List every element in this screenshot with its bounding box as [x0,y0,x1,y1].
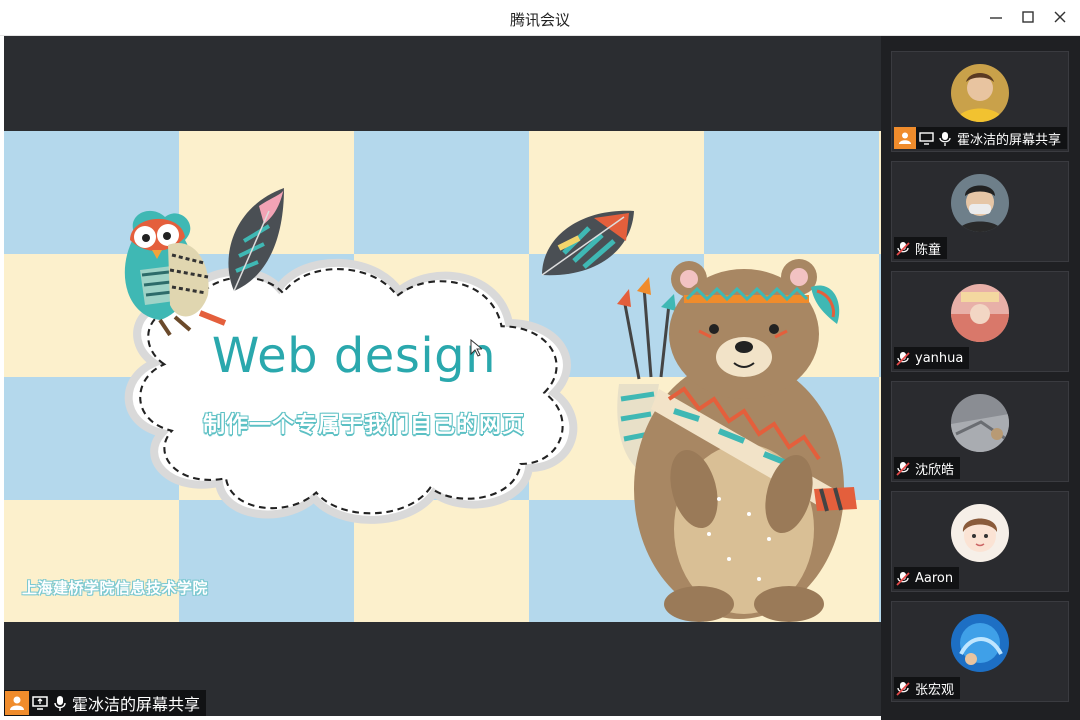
participant-tile[interactable]: 陈童 [891,161,1069,262]
participant-namebar: 霍冰洁的屏幕共享 [894,127,1068,149]
minimize-icon [990,17,1002,19]
close-icon [1054,11,1066,23]
presentation-slide: Web design 制作一个专属于我们自己的网页 上海建桥学院信息技术学院 [4,131,881,622]
microphone-muted-icon [894,567,912,589]
screen-share-icon [916,127,936,149]
microphone-muted-icon [894,457,912,479]
close-button[interactable] [1047,6,1073,30]
person-icon [5,691,29,715]
title-bar: 腾讯会议 [0,0,1080,36]
microphone-muted-icon [894,677,912,699]
slide-footer: 上海建桥学院信息技术学院 [22,579,209,597]
participant-tile[interactable]: 沈欣皓 [891,381,1069,482]
participant-name: 霍冰洁的屏幕共享 [957,132,1062,148]
maximize-icon [1022,11,1034,23]
share-label-text: 霍冰洁的屏幕共享 [72,695,201,714]
participant-namebar: yanhua [894,347,970,369]
participant-namebar: 张宏观 [894,677,961,699]
participant-tile[interactable]: yanhua [891,271,1069,372]
avatar [951,174,1009,232]
participant-name: yanhua [915,350,964,366]
avatar [951,614,1009,672]
participant-name: 沈欣皓 [915,462,955,478]
avatar [951,284,1009,342]
participant-tile[interactable]: 张宏观 [891,601,1069,702]
participant-name: Aaron [915,570,954,586]
screen-share-label: 霍冰洁的屏幕共享 [4,690,207,716]
participant-namebar: 沈欣皓 [894,457,961,479]
bear-illustration [617,259,857,622]
avatar [951,394,1009,452]
avatar [951,504,1009,562]
minimize-button[interactable] [983,6,1009,30]
maximize-button[interactable] [1015,6,1041,30]
participant-tile[interactable]: Aaron [891,491,1069,592]
avatar [951,64,1009,122]
screen-share-icon [30,691,50,715]
slide-subtitle: 制作一个专属于我们自己的网页 [202,413,525,438]
owl-illustration [124,210,227,337]
microphone-muted-icon [894,237,912,259]
person-icon [894,127,916,149]
feather-decoration [228,188,284,292]
shared-screen-area: Web design 制作一个专属于我们自己的网页 上海建桥学院信息技术学院 [4,36,881,716]
participants-sidebar: 霍冰洁的屏幕共享 陈童 yanhua 沈欣皓 Aaron 张宏观 [881,36,1080,720]
microphone-icon [936,127,954,149]
participant-tile[interactable]: 霍冰洁的屏幕共享 [891,51,1069,152]
participant-name: 陈童 [915,242,942,258]
window-title: 腾讯会议 [509,11,570,29]
microphone-icon [50,691,70,715]
participant-namebar: 陈童 [894,237,948,259]
mouse-cursor-icon [470,339,482,357]
participant-namebar: Aaron [894,567,960,589]
participant-name: 张宏观 [915,682,955,698]
microphone-muted-icon [894,347,912,369]
